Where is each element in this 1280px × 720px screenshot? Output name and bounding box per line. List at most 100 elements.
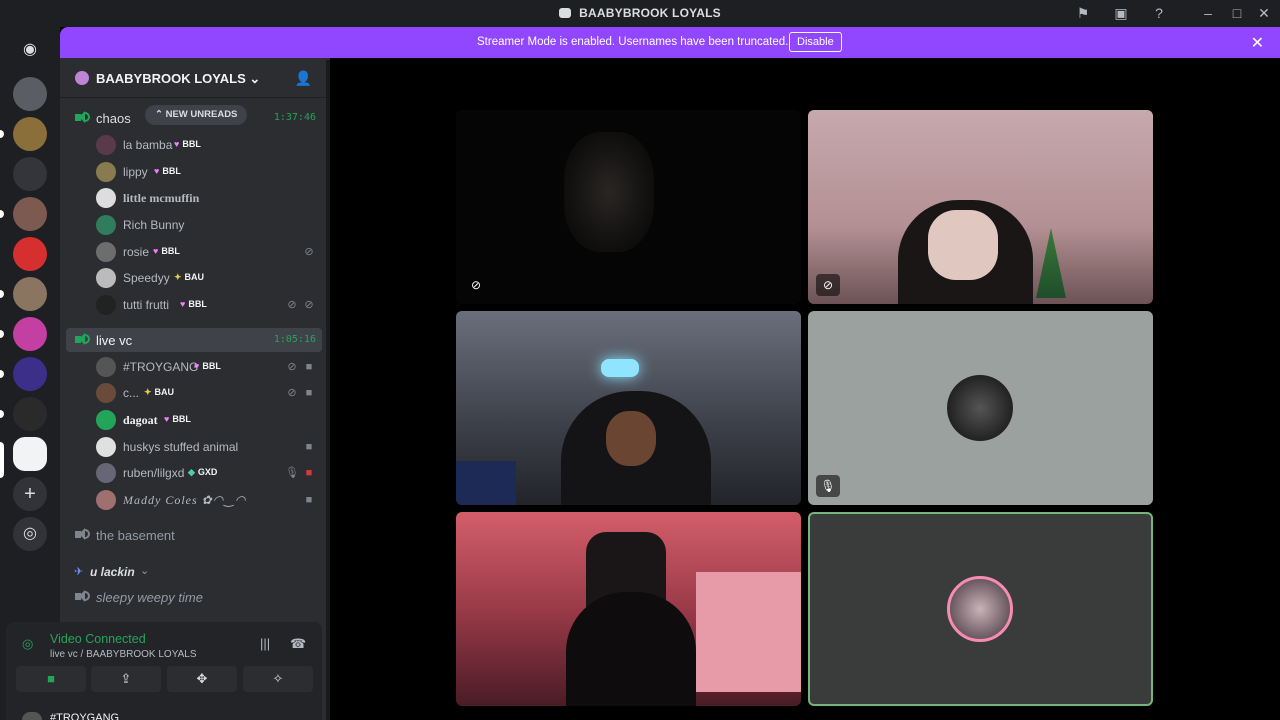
voice-user[interactable]: Speedyy ✦ BAU (90, 266, 322, 290)
tag-text: BBL (161, 246, 180, 256)
server-icon-7[interactable] (13, 317, 47, 351)
activities-button[interactable]: ✥ (167, 666, 237, 692)
close-window-icon[interactable]: ✕ (1256, 5, 1272, 21)
discover-icon[interactable]: ◎ (13, 517, 47, 551)
video-grid: ⊘ ⊘ 🎙 (330, 58, 1280, 720)
invite-icon[interactable]: 👤 (295, 70, 312, 87)
voice-connection-panel: ◎ Video Connected live vc / BAABYBROOK L… (6, 622, 322, 720)
noise-suppression-icon[interactable]: ||| (260, 636, 270, 651)
help-icon[interactable]: ? (1151, 5, 1167, 21)
tag-text: BBL (172, 414, 191, 424)
voice-user[interactable]: dagoat ♥ BBL (90, 408, 322, 432)
voice-user[interactable]: rosie ♥ BBL ⊘ (90, 240, 322, 264)
speaker-icon (75, 589, 90, 603)
video-tile-pink[interactable] (456, 512, 801, 706)
mic-icon: 🎙 (285, 467, 299, 479)
voice-user[interactable]: Maddy Coles ✿◠‿◠ ■ (90, 488, 322, 512)
channel-name: live vc (96, 333, 133, 348)
server-name-text: BAABYBROOK LOYALS (96, 71, 246, 86)
avatar (96, 242, 116, 262)
tag-text: BBL (162, 166, 181, 176)
mic-icon: 🎙 (816, 475, 840, 497)
avatar (96, 215, 116, 235)
video-tile-gamer[interactable] (456, 311, 801, 505)
avatar (96, 490, 116, 510)
voice-user[interactable]: huskys stuffed animal ■ (90, 435, 322, 459)
christmas-tree (1036, 228, 1066, 298)
avatar (96, 135, 116, 155)
username: Speedyy (123, 271, 170, 285)
voice-user[interactable]: tutti frutti ♥ BBL ⊘ ⊘ (90, 293, 322, 317)
soundboard-button[interactable]: ✧ (243, 666, 313, 692)
flag-icon[interactable]: ⚑ (1075, 5, 1091, 21)
tag-badge: ♥ BBL (180, 299, 207, 309)
minimize-icon[interactable]: – (1200, 5, 1216, 21)
server-icon-3[interactable] (13, 157, 47, 191)
voice-user[interactable]: lippy ♥ BBL (90, 160, 322, 184)
disconnect-icon[interactable]: ☎ (290, 636, 306, 652)
server-icon-5[interactable] (13, 237, 47, 271)
participant-face (928, 210, 998, 280)
camera-button[interactable]: ■ (16, 666, 86, 692)
selected-pill (0, 442, 4, 478)
unread-pill (0, 290, 4, 298)
close-icon[interactable]: ✕ (1251, 33, 1264, 53)
server-icon-9[interactable] (13, 397, 47, 431)
banner-text: Streamer Mode is enabled. Usernames have… (477, 36, 789, 48)
server-icon-2[interactable] (13, 117, 47, 151)
video-icon: ■ (305, 387, 313, 399)
voice-location[interactable]: live vc / BAABYBROOK LOYALS (50, 649, 197, 660)
category-name: u lackin (90, 565, 135, 579)
video-tile-speaking[interactable] (808, 512, 1153, 706)
video-icon: ■ (305, 361, 313, 373)
inbox-icon[interactable]: ▣ (1113, 5, 1129, 21)
voice-channel-live-vc[interactable]: live vc 1:05:16 (66, 328, 322, 352)
username: dagoat (123, 413, 158, 427)
server-icon-4[interactable] (13, 197, 47, 231)
server-header[interactable]: BAABYBROOK LOYALS ⌄ 👤 (60, 58, 330, 98)
channel-name: the basement (96, 528, 175, 543)
tag-text: BBL (188, 299, 207, 309)
maximize-icon[interactable]: □ (1229, 5, 1245, 21)
username: #TROYGANG (123, 360, 199, 374)
avatar (96, 383, 116, 403)
voice-channel-chaos[interactable]: chaos 1:37:46 (66, 106, 322, 130)
server-icon-8[interactable] (13, 357, 47, 391)
video-tile-dark[interactable]: ⊘ (456, 110, 801, 304)
username: ruben/lilgxd (123, 466, 185, 480)
tag-badge: ✦ BAU (174, 272, 205, 282)
muted-mic-icon: ⊘ (470, 278, 482, 292)
connection-signal-icon: ◎ (22, 636, 34, 651)
avatar (22, 712, 42, 720)
voice-user[interactable]: la bamba ♥ BBL (90, 133, 322, 157)
voice-user[interactable]: c... ✦ BAU ⊘ ■ (90, 381, 322, 405)
username: Maddy Coles ✿◠‿◠ (123, 493, 247, 507)
muted-mic-icon: ⊘ (287, 387, 297, 399)
category-u-lackin[interactable]: ✈ u lackin ⌄ (66, 560, 322, 584)
screen-share-button[interactable]: ⇪ (91, 666, 161, 692)
avatar (96, 268, 116, 288)
username: lippy (123, 165, 148, 179)
voice-user[interactable]: ruben/lilgxd ◆ GXD 🎙 ■ (90, 461, 322, 485)
avatar (96, 437, 116, 457)
voice-user[interactable]: Rich Bunny (90, 213, 322, 237)
video-tile-avatar[interactable]: 🎙 (808, 311, 1153, 505)
participant-video (564, 132, 654, 252)
tag-badge: ♥ BBL (194, 361, 221, 371)
voice-user[interactable]: little mcmuffin (90, 186, 322, 210)
participant-face (606, 411, 656, 466)
add-server-icon[interactable]: + (13, 477, 47, 511)
username: tutti frutti (123, 298, 170, 312)
deafened-icon: ⊘ (304, 299, 314, 311)
voice-channel-basement[interactable]: the basement (66, 523, 322, 547)
avatar (96, 463, 116, 483)
disable-button[interactable]: Disable (789, 32, 842, 52)
home-discord-icon[interactable]: ◉ (13, 33, 47, 67)
server-icon-6[interactable] (13, 277, 47, 311)
server-icon-active[interactable] (13, 437, 47, 471)
voice-channel-sleepy[interactable]: sleepy weepy time (66, 585, 322, 609)
voice-user[interactable]: #TROYGANG ♥ BBL ⊘ ■ (90, 355, 322, 379)
server-icon-1[interactable] (13, 77, 47, 111)
streamer-mode-banner: Streamer Mode is enabled. Usernames have… (60, 27, 1280, 58)
video-tile-room[interactable]: ⊘ (808, 110, 1153, 304)
